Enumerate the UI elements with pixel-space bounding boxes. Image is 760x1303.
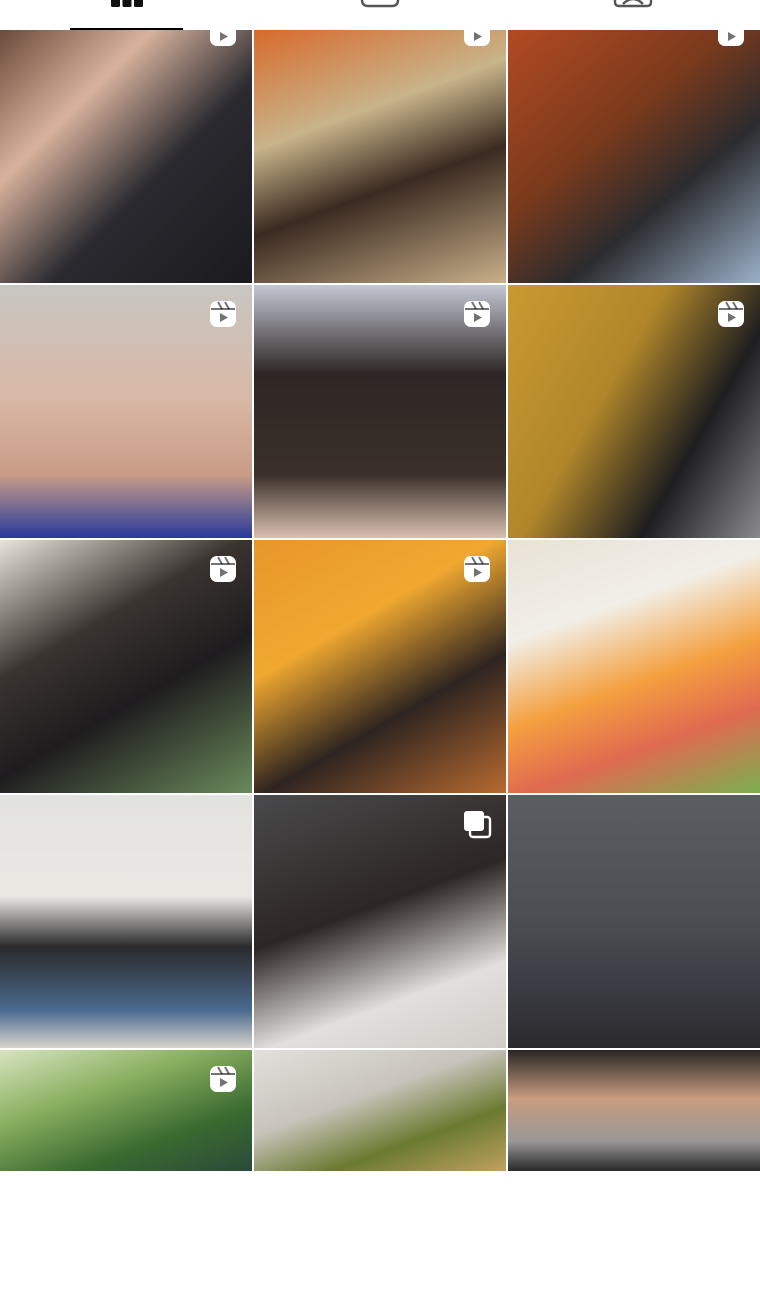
post-thumbnail-girl-cap-sitting[interactable]	[0, 795, 252, 1048]
reel-icon	[208, 554, 238, 584]
post-thumbnail-girl-laptop[interactable]	[254, 795, 506, 1048]
grid-icon	[110, 0, 143, 7]
post-thumbnail-eggs-salmon-plate[interactable]	[508, 540, 760, 793]
post-thumbnail-girl-autumn-leaves[interactable]	[508, 30, 760, 283]
post-thumbnail-girl-supermarket[interactable]	[0, 540, 252, 793]
reel-icon	[716, 299, 746, 329]
post-thumbnail-coffee-cup-pumpkin[interactable]	[254, 30, 506, 283]
post-thumbnail-abs-sweatpants[interactable]	[508, 1050, 760, 1171]
tab-tagged[interactable]	[506, 0, 759, 30]
post-thumbnail-hair-clip[interactable]	[254, 285, 506, 538]
tab-posts[interactable]	[0, 0, 253, 30]
posts-grid	[0, 30, 760, 1303]
profile-tabs	[0, 0, 760, 30]
post-thumbnail-orange-juice[interactable]	[254, 540, 506, 793]
post-thumbnail-girl-sunglasses[interactable]	[508, 285, 760, 538]
reel-icon	[208, 30, 238, 48]
post-thumbnail-girl-coffee-wall[interactable]	[508, 795, 760, 1048]
reel-icon	[208, 299, 238, 329]
post-thumbnail-couple-selfie[interactable]	[0, 30, 252, 283]
tagged-icon	[613, 0, 652, 8]
reels-icon	[360, 0, 399, 8]
reel-icon	[462, 30, 492, 48]
post-thumbnail-cucumber-salad[interactable]	[0, 1050, 252, 1171]
post-thumbnail-avocado-plate[interactable]	[254, 1050, 506, 1171]
reel-icon	[208, 1064, 238, 1094]
reel-icon	[462, 554, 492, 584]
carousel-icon	[462, 809, 492, 839]
post-thumbnail-girl-wet-hair[interactable]	[0, 285, 252, 538]
reel-icon	[462, 299, 492, 329]
reel-icon	[716, 30, 746, 48]
tab-reels[interactable]	[253, 0, 506, 30]
